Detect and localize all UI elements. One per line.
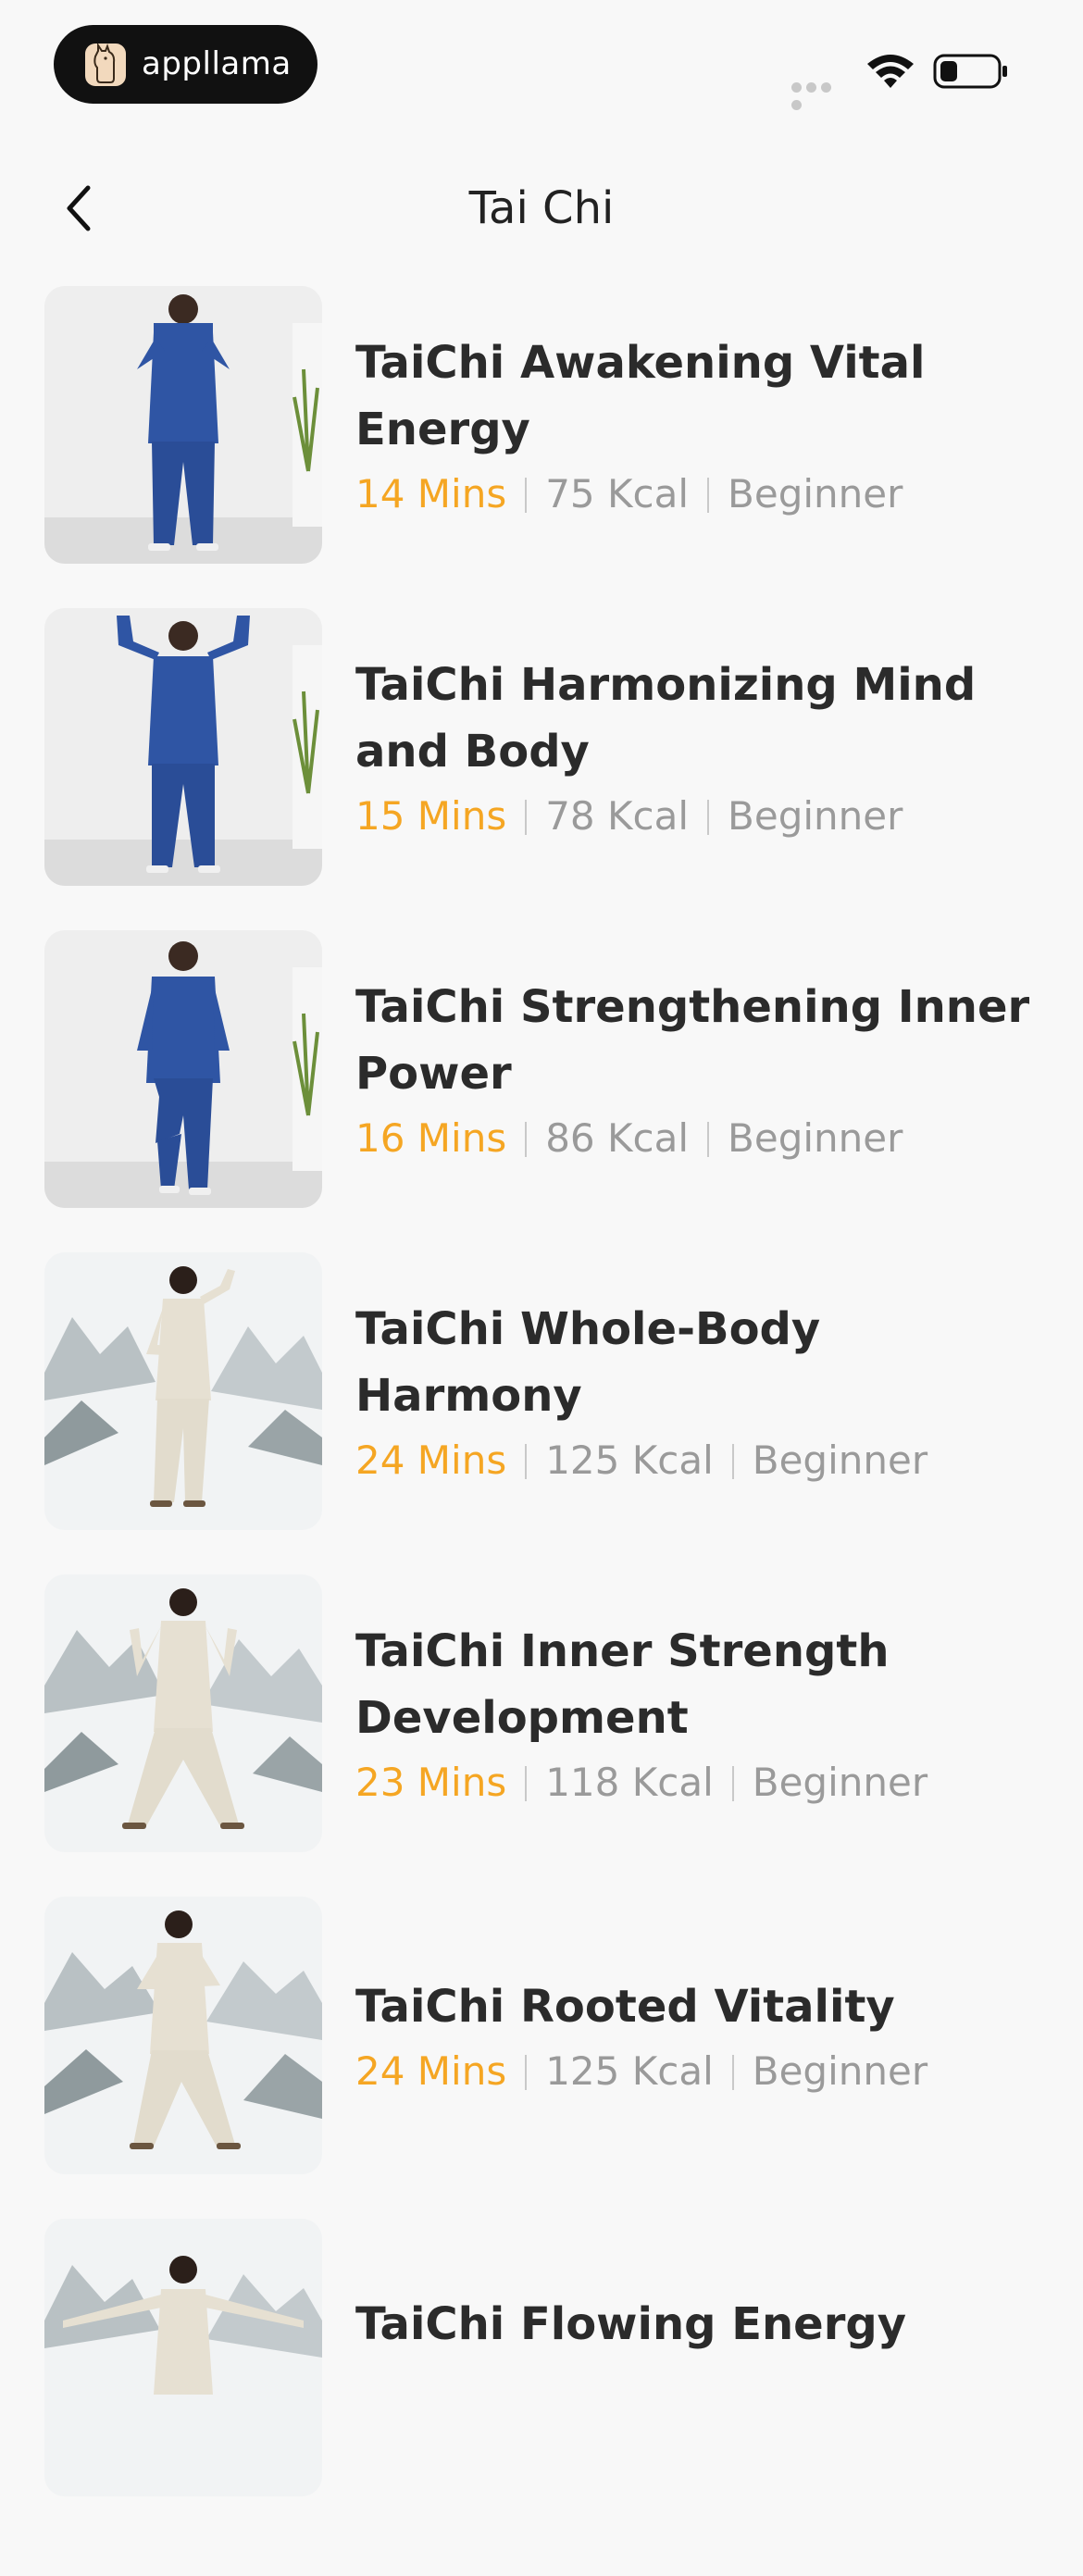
- divider: [525, 1766, 528, 1801]
- workout-info: TaiChi Whole-Body Harmony 24 Mins 125 Kca…: [355, 1249, 1040, 1534]
- workout-duration: 24 Mins: [355, 1437, 507, 1483]
- workout-item[interactable]: TaiChi Awakening Vital Energy 14 Mins 75 …: [0, 282, 1083, 604]
- workout-calories: 75 Kcal: [545, 471, 690, 516]
- workout-thumbnail: [44, 930, 322, 1208]
- workout-duration: 23 Mins: [355, 1760, 507, 1805]
- workout-thumbnail: [44, 608, 322, 886]
- workout-item[interactable]: TaiChi Harmonizing Mind and Body 15 Mins…: [0, 604, 1083, 927]
- workout-thumbnail: [44, 2219, 322, 2496]
- workout-level: Beginner: [728, 793, 903, 839]
- workout-thumbnail: [44, 1897, 322, 2174]
- workout-info: TaiChi Strengthening Inner Power 16 Mins…: [355, 927, 1040, 1212]
- workout-duration: 15 Mins: [355, 793, 507, 839]
- workout-meta: 14 Mins 75 Kcal Beginner: [355, 468, 1040, 520]
- divider: [525, 800, 528, 835]
- workout-info: TaiChi Inner Strength Development 23 Min…: [355, 1571, 1040, 1856]
- brand-name: appllama: [142, 45, 292, 82]
- workout-info: TaiChi Harmonizing Mind and Body 15 Mins…: [355, 604, 1040, 890]
- brand-badge: appllama: [54, 25, 317, 104]
- workout-title: TaiChi Whole-Body Harmony: [355, 1303, 821, 1422]
- workout-title: TaiChi Awakening Vital Energy: [355, 337, 926, 455]
- workout-level: Beginner: [728, 471, 903, 516]
- page-title: Tai Chi: [468, 182, 615, 234]
- workout-level: Beginner: [752, 1437, 928, 1483]
- workout-duration: 16 Mins: [355, 1115, 507, 1161]
- workout-title: TaiChi Harmonizing Mind and Body: [355, 659, 977, 778]
- workout-calories: 78 Kcal: [545, 793, 690, 839]
- workout-info: TaiChi Awakening Vital Energy 14 Mins 75 …: [355, 282, 1040, 567]
- divider: [731, 1444, 734, 1479]
- workout-title: TaiChi Strengthening Inner Power: [355, 981, 1030, 1100]
- workout-title: TaiChi Flowing Energy: [355, 2298, 907, 2350]
- workout-meta: 24 Mins 125 Kcal Beginner: [355, 1435, 1040, 1487]
- battery-icon: [933, 53, 1009, 90]
- workout-thumbnail: [44, 286, 322, 564]
- status-bar: appllama: [0, 0, 1083, 139]
- divider: [525, 478, 528, 513]
- workout-level: Beginner: [752, 1760, 928, 1805]
- workout-item[interactable]: TaiChi Flowing Energy: [0, 2215, 1083, 2537]
- workout-meta: 16 Mins 86 Kcal Beginner: [355, 1113, 1040, 1164]
- workout-meta: 15 Mins 78 Kcal Beginner: [355, 790, 1040, 842]
- workout-duration: 24 Mins: [355, 2048, 507, 2094]
- workout-list: TaiChi Awakening Vital Energy 14 Mins 75 …: [0, 282, 1083, 2537]
- workout-info: TaiChi Rooted Vitality 24 Mins 125 Kcal Be…: [355, 1893, 1040, 2178]
- workout-title: TaiChi Inner Strength Development: [355, 1625, 890, 1744]
- workout-calories: 86 Kcal: [545, 1115, 690, 1161]
- divider: [525, 2055, 528, 2090]
- workout-item[interactable]: TaiChi Inner Strength Development 23 Min…: [0, 1571, 1083, 1893]
- signal-dots-icon: [791, 79, 849, 110]
- divider: [525, 1444, 528, 1479]
- workout-item[interactable]: TaiChi Whole-Body Harmony 24 Mins 125 Kca…: [0, 1249, 1083, 1571]
- workout-meta: 23 Mins 118 Kcal Beginner: [355, 1757, 1040, 1809]
- page-header: Tai Chi: [0, 148, 1083, 268]
- divider: [731, 1766, 734, 1801]
- workout-info: TaiChi Flowing Energy: [355, 2215, 1040, 2576]
- workout-calories: 125 Kcal: [545, 1437, 714, 1483]
- workout-thumbnail: [44, 1252, 322, 1530]
- workout-level: Beginner: [752, 2048, 928, 2094]
- workout-item[interactable]: TaiChi Strengthening Inner Power 16 Mins…: [0, 927, 1083, 1249]
- divider: [525, 1122, 528, 1157]
- workout-title: TaiChi Rooted Vitality: [355, 1981, 895, 2033]
- llama-logo-icon: [85, 42, 126, 86]
- divider: [707, 478, 710, 513]
- workout-level: Beginner: [728, 1115, 903, 1161]
- workout-thumbnail: [44, 1574, 322, 1852]
- workout-calories: 118 Kcal: [545, 1760, 714, 1805]
- workout-duration: 14 Mins: [355, 471, 507, 516]
- divider: [707, 1122, 710, 1157]
- divider: [707, 800, 710, 835]
- wifi-icon: [865, 51, 915, 92]
- divider: [731, 2055, 734, 2090]
- workout-meta: 24 Mins 125 Kcal Beginner: [355, 2046, 1040, 2097]
- workout-item[interactable]: TaiChi Rooted Vitality 24 Mins 125 Kcal Be…: [0, 1893, 1083, 2215]
- workout-calories: 125 Kcal: [545, 2048, 714, 2094]
